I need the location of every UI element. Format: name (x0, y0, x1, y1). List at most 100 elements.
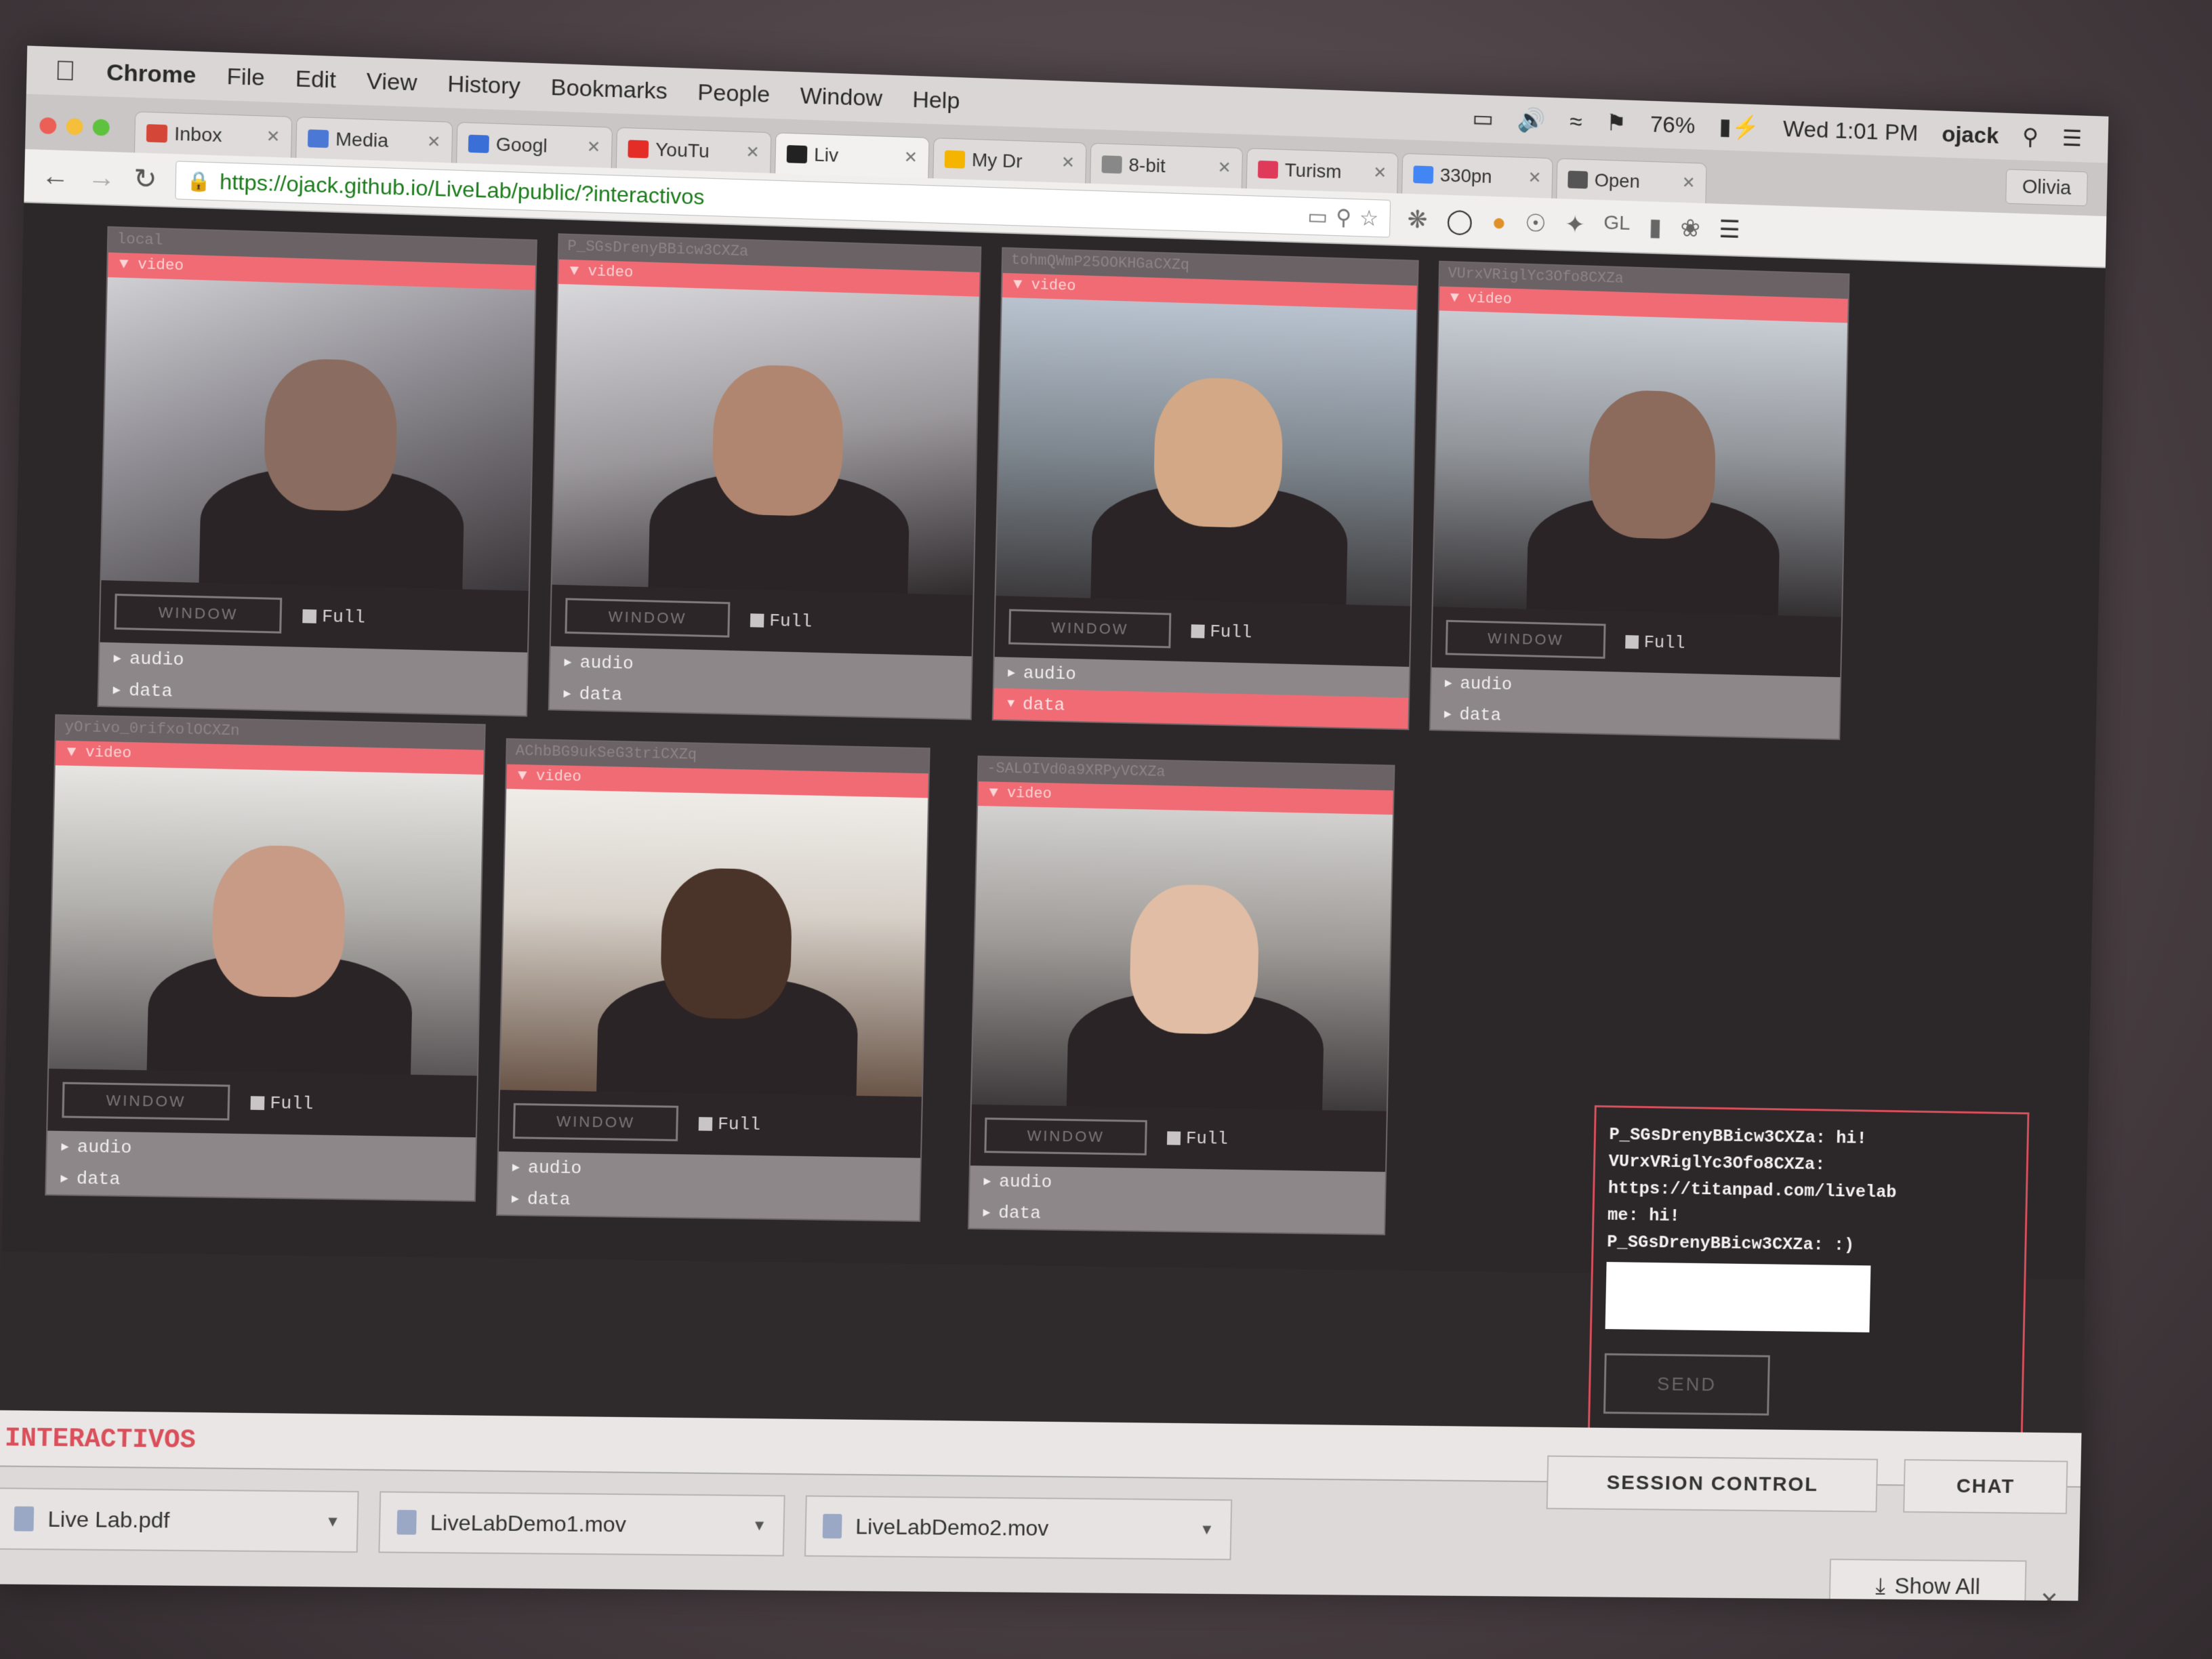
window-button[interactable]: WINDOW (984, 1118, 1147, 1155)
browser-tab[interactable]: My Dr ✕ (933, 138, 1087, 184)
extension-gl-icon[interactable]: GL (1603, 211, 1631, 241)
video-label: video (85, 743, 132, 762)
tab-close-icon[interactable]: ✕ (427, 132, 441, 152)
window-button[interactable]: WINDOW (62, 1082, 230, 1121)
triangle-right-icon: ▶ (1443, 708, 1452, 722)
close-icon[interactable]: ✕ (2040, 1587, 2059, 1601)
tab-close-icon[interactable]: ✕ (1681, 173, 1695, 192)
extension-circle-icon[interactable]: ◯ (1446, 207, 1473, 236)
window-button[interactable]: WINDOW (512, 1103, 679, 1142)
extension-cat-icon[interactable]: ● (1492, 208, 1507, 237)
checkbox-icon[interactable] (1625, 635, 1639, 649)
tab-close-icon[interactable]: ✕ (1061, 152, 1075, 173)
airplay-icon[interactable]: ▭ (1472, 105, 1494, 133)
menu-edit[interactable]: Edit (295, 66, 336, 94)
tab-close-icon[interactable]: ✕ (266, 127, 280, 147)
chrome-menu-icon[interactable]: ☰ (1719, 215, 1740, 244)
browser-tab[interactable]: Turism ✕ (1246, 148, 1399, 194)
checkbox-icon[interactable] (250, 1096, 265, 1110)
extension-box-icon[interactable]: ▮ (1648, 213, 1662, 241)
full-checkbox[interactable]: Full (698, 1113, 760, 1135)
window-button[interactable]: WINDOW (1445, 619, 1606, 659)
checkbox-icon[interactable] (750, 613, 764, 628)
full-checkbox[interactable]: Full (1625, 632, 1685, 653)
battery-icon[interactable]: ▮⚡ (1719, 113, 1759, 142)
extension-bug-icon[interactable]: ❋ (1407, 205, 1428, 234)
checkbox-icon[interactable] (698, 1117, 713, 1131)
profile-button[interactable]: Olivia (2005, 169, 2088, 207)
menu-window[interactable]: Window (800, 83, 882, 112)
window-button[interactable]: WINDOW (114, 593, 283, 634)
chevron-down-icon[interactable]: ▼ (325, 1513, 341, 1531)
browser-tab[interactable]: YouTu ✕ (615, 127, 772, 173)
window-button[interactable]: WINDOW (565, 598, 731, 638)
minimize-window-icon[interactable] (66, 118, 83, 136)
menu-history[interactable]: History (447, 70, 520, 100)
menu-help[interactable]: Help (912, 86, 960, 114)
full-checkbox[interactable]: Full (1166, 1128, 1228, 1149)
tab-close-icon[interactable]: ✕ (745, 142, 760, 163)
checkbox-icon[interactable] (1166, 1131, 1181, 1145)
triangle-right-icon: ▶ (512, 1161, 520, 1175)
camera-icon[interactable]: ▭ (1307, 203, 1328, 230)
extension-compass-icon[interactable]: ☉ (1525, 209, 1547, 238)
video-panel: P_SGsDrenyBBicw3CXZa ▼ video WINDOW Full ▶ au… (548, 233, 982, 720)
menu-bookmarks[interactable]: Bookmarks (550, 74, 668, 104)
session-control-button[interactable]: SESSION CONTROL (1546, 1455, 1879, 1513)
volume-icon[interactable]: 🔊 (1517, 106, 1546, 134)
reload-icon[interactable]: ↻ (134, 163, 157, 195)
data-section-toggle[interactable]: ▶ data (497, 1183, 920, 1221)
chat-input[interactable] (1605, 1262, 1871, 1333)
data-section-toggle[interactable]: ▶ data (46, 1162, 475, 1201)
clock[interactable]: Wed 1:01 PM (1783, 116, 1919, 146)
chevron-down-icon[interactable]: ▼ (752, 1517, 766, 1534)
spotlight-icon[interactable]: ⚲ (2022, 123, 2039, 150)
battery-percent[interactable]: 76% (1650, 111, 1696, 139)
tab-close-icon[interactable]: ✕ (586, 137, 600, 157)
extension-leaf-icon[interactable]: ✦ (1565, 210, 1585, 239)
send-button[interactable]: SEND (1603, 1353, 1770, 1416)
back-icon[interactable]: ← (41, 161, 70, 192)
chat-tab-button[interactable]: CHAT (1903, 1459, 2068, 1515)
browser-tab[interactable]: 8-bit ✕ (1090, 142, 1244, 188)
download-item[interactable]: LiveLabDemo2.mov ▼ (804, 1495, 1233, 1561)
download-item[interactable]: Live Lab.pdf ▼ (0, 1487, 359, 1553)
menu-view[interactable]: View (366, 68, 417, 96)
full-checkbox[interactable]: Full (750, 610, 813, 632)
browser-tab[interactable]: 330pn ✕ (1401, 152, 1553, 199)
full-checkbox[interactable]: Full (302, 606, 365, 628)
browser-tab[interactable]: Open ✕ (1556, 158, 1707, 204)
tab-close-icon[interactable]: ✕ (1528, 168, 1541, 188)
checkbox-icon[interactable] (302, 609, 317, 623)
menu-file[interactable]: File (226, 63, 265, 91)
checkbox-icon[interactable] (1191, 624, 1205, 638)
tab-favicon-icon (628, 139, 649, 159)
browser-tab[interactable]: Inbox ✕ (134, 111, 293, 158)
menu-people[interactable]: People (697, 79, 771, 108)
chevron-down-icon[interactable]: ▼ (1200, 1521, 1214, 1538)
wifi-icon[interactable]: ≈ (1570, 108, 1582, 135)
notification-center-icon[interactable]: ☰ (2062, 125, 2082, 152)
extension-feather-icon[interactable]: ❀ (1680, 214, 1700, 243)
bookmark-star-icon[interactable]: ☆ (1359, 205, 1379, 231)
download-item[interactable]: LiveLabDemo1.mov ▼ (378, 1491, 785, 1557)
close-window-icon[interactable] (39, 117, 57, 135)
tab-close-icon[interactable]: ✕ (1373, 163, 1387, 182)
zoom-icon[interactable]: ⚲ (1336, 204, 1352, 230)
show-all-button[interactable]: ⤓ Show All (1828, 1558, 2027, 1601)
browser-tab[interactable]: Media ✕ (295, 117, 453, 163)
menu-app-name[interactable]: Chrome (106, 59, 197, 89)
browser-tab[interactable]: Liv ✕ (775, 132, 930, 179)
browser-tab[interactable]: Googl ✕ (456, 121, 613, 168)
data-section-toggle[interactable]: ▶ data (969, 1196, 1385, 1234)
full-checkbox[interactable]: Full (250, 1092, 314, 1114)
apple-icon[interactable]:  (54, 56, 76, 87)
tab-close-icon[interactable]: ✕ (903, 148, 918, 168)
forward-icon[interactable]: → (87, 162, 116, 194)
user-name[interactable]: ojack (1942, 121, 1999, 149)
zoom-window-icon[interactable] (92, 119, 110, 136)
tab-close-icon[interactable]: ✕ (1217, 158, 1231, 178)
full-checkbox[interactable]: Full (1191, 621, 1252, 642)
flag-icon[interactable]: ⚑ (1605, 109, 1626, 137)
window-button[interactable]: WINDOW (1008, 609, 1172, 649)
